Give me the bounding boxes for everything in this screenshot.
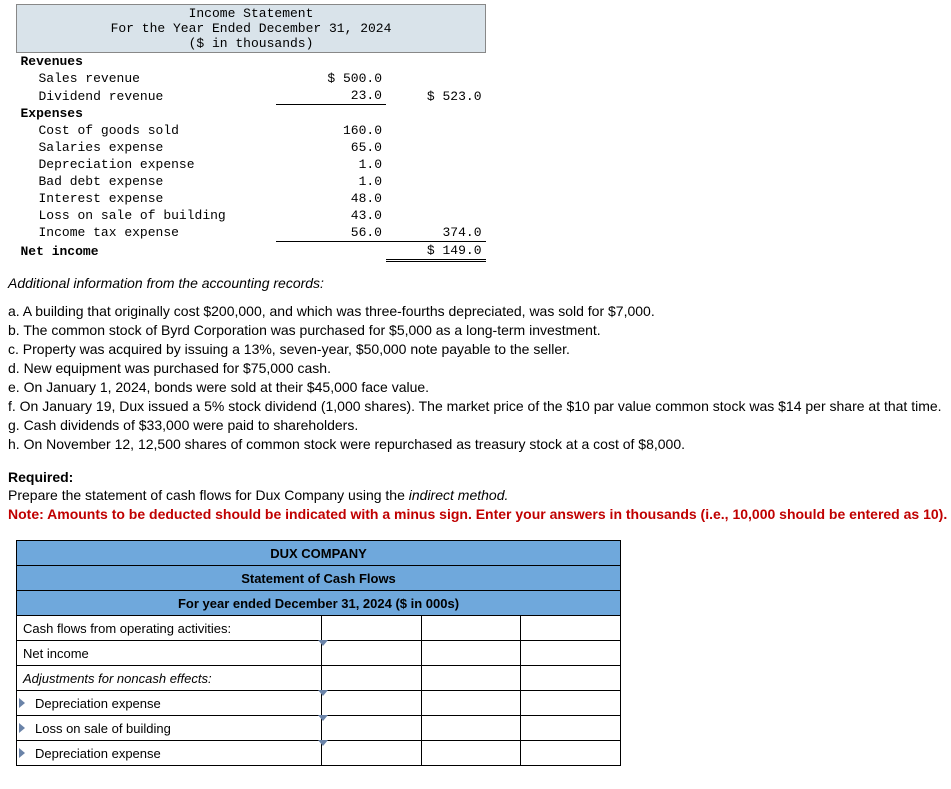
info-item-e: e. On January 1, 2024, bonds were sold a… <box>8 378 951 397</box>
info-item-a: a. A building that originally cost $200,… <box>8 302 951 321</box>
net-income-label: Net income <box>17 241 277 260</box>
input-cell[interactable] <box>421 641 521 666</box>
input-cell[interactable] <box>521 641 621 666</box>
answer-hdr-company: DUX COMPANY <box>17 541 621 566</box>
income-statement-title: Income StatementFor the Year Ended Decem… <box>17 5 486 53</box>
additional-info-heading: Additional information from the accounti… <box>8 274 951 293</box>
loss-sale-label: Loss on sale of building <box>17 207 277 224</box>
answer-hdr-title: Statement of Cash Flows <box>17 566 621 591</box>
input-cell[interactable] <box>421 691 521 716</box>
input-cell[interactable] <box>521 691 621 716</box>
interest-label: Interest expense <box>17 190 277 207</box>
input-cell[interactable] <box>421 716 521 741</box>
required-line: Prepare the statement of cash flows for … <box>8 486 951 505</box>
input-cell[interactable] <box>322 666 422 691</box>
income-tax-label: Income tax expense <box>17 224 277 242</box>
expenses-header: Expenses <box>17 105 277 122</box>
info-item-d: d. New equipment was purchased for $75,0… <box>8 359 951 378</box>
info-item-h: h. On November 12, 12,500 shares of comm… <box>8 435 951 454</box>
income-statement-table: Income StatementFor the Year Ended Decem… <box>16 4 486 262</box>
input-cell[interactable] <box>322 616 422 641</box>
row-adjustments[interactable]: Adjustments for noncash effects: <box>17 666 322 691</box>
cogs-value: 160.0 <box>276 122 386 139</box>
dividend-revenue-label: Dividend revenue <box>17 87 277 105</box>
dividend-revenue-value: 23.0 <box>276 87 386 105</box>
required-heading: Required: <box>8 468 951 487</box>
info-item-c: c. Property was acquired by issuing a 13… <box>8 340 951 359</box>
cogs-label: Cost of goods sold <box>17 122 277 139</box>
input-cell[interactable] <box>521 741 621 766</box>
loss-sale-value: 43.0 <box>276 207 386 224</box>
info-item-g: g. Cash dividends of $33,000 were paid t… <box>8 416 951 435</box>
interest-value: 48.0 <box>276 190 386 207</box>
row-operating-activities[interactable]: Cash flows from operating activities: <box>17 616 322 641</box>
expenses-total: 374.0 <box>386 224 486 242</box>
bad-debt-label: Bad debt expense <box>17 173 277 190</box>
input-cell[interactable] <box>322 741 422 766</box>
cash-flow-answer-table: DUX COMPANY Statement of Cash Flows For … <box>16 540 621 766</box>
input-cell[interactable] <box>521 716 621 741</box>
sales-revenue-value: $ 500.0 <box>276 70 386 87</box>
input-cell[interactable] <box>421 741 521 766</box>
net-income-value: $ 149.0 <box>386 241 486 260</box>
revenues-total: $ 523.0 <box>386 87 486 105</box>
required-note: Note: Amounts to be deducted should be i… <box>8 505 951 524</box>
input-cell[interactable] <box>322 716 422 741</box>
answer-hdr-period: For year ended December 31, 2024 ($ in 0… <box>17 591 621 616</box>
salaries-label: Salaries expense <box>17 139 277 156</box>
sales-revenue-label: Sales revenue <box>17 70 277 87</box>
row-depreciation-2[interactable]: Depreciation expense <box>17 741 322 766</box>
input-cell[interactable] <box>421 666 521 691</box>
input-cell[interactable] <box>521 616 621 641</box>
additional-info-list: a. A building that originally cost $200,… <box>8 302 951 453</box>
row-depreciation-1[interactable]: Depreciation expense <box>17 691 322 716</box>
revenues-header: Revenues <box>17 53 277 71</box>
salaries-value: 65.0 <box>276 139 386 156</box>
income-tax-value: 56.0 <box>276 224 386 242</box>
input-cell[interactable] <box>322 691 422 716</box>
row-net-income[interactable]: Net income <box>17 641 322 666</box>
input-cell[interactable] <box>521 666 621 691</box>
info-item-b: b. The common stock of Byrd Corporation … <box>8 321 951 340</box>
info-item-f: f. On January 19, Dux issued a 5% stock … <box>8 397 951 416</box>
depreciation-label: Depreciation expense <box>17 156 277 173</box>
input-cell[interactable] <box>322 641 422 666</box>
depreciation-value: 1.0 <box>276 156 386 173</box>
bad-debt-value: 1.0 <box>276 173 386 190</box>
input-cell[interactable] <box>421 616 521 641</box>
row-loss-sale[interactable]: Loss on sale of building <box>17 716 322 741</box>
